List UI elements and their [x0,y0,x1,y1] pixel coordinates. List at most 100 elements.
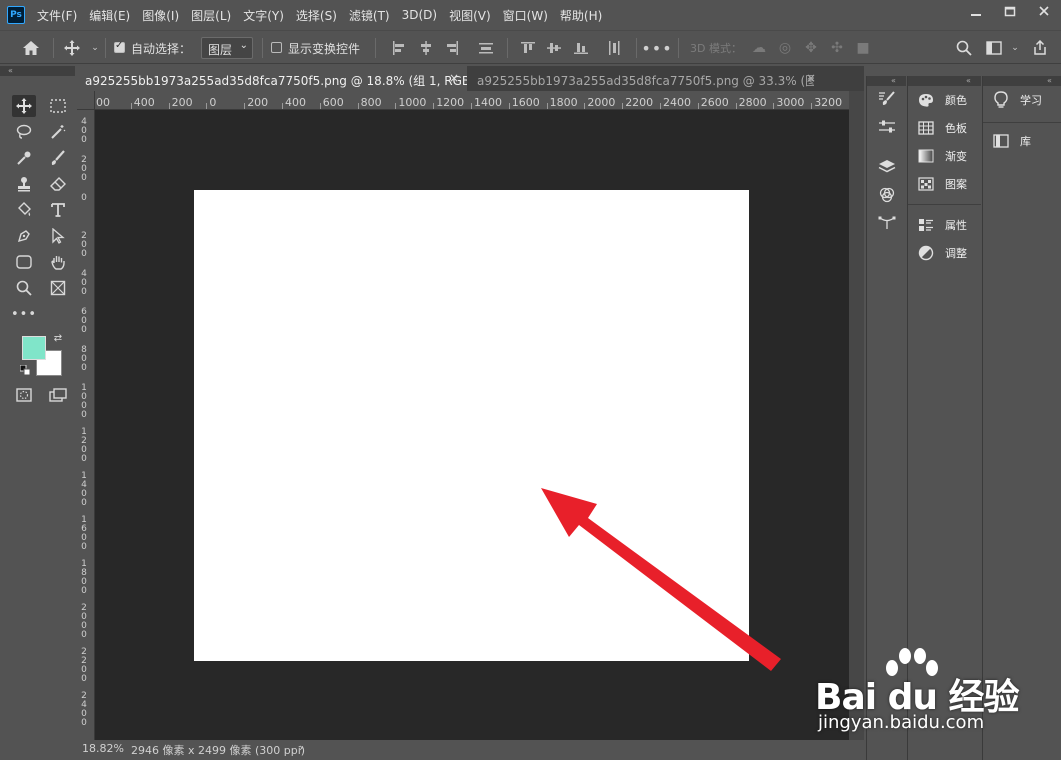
ruler-label: 1600 [511,96,540,109]
path-selection-tool-icon[interactable] [46,225,70,247]
foreground-color-swatch[interactable] [22,336,46,360]
auto-select-label: 自动选择： [131,42,192,56]
move-tool-icon[interactable] [12,95,36,117]
tab-close-icon[interactable]: × [806,71,816,85]
ruler-label: 1800 [549,96,578,109]
ruler-label: 1200 [436,96,465,109]
menu-select[interactable]: 选择(S) [296,7,337,24]
hand-tool-icon[interactable] [46,251,70,273]
align-right-icon[interactable] [443,39,461,57]
search-icon[interactable] [955,39,973,57]
document-tab-active[interactable]: a925255bb1973a255ad35d8fca7750f5.png @ 1… [77,66,467,91]
stamp-tool-icon[interactable] [12,173,36,195]
align-vcenter-icon[interactable] [545,39,563,57]
menu-file[interactable]: 文件(F) [37,7,77,24]
patterns-panel-tab[interactable]: 图案 [908,171,981,197]
menu-type[interactable]: 文字(Y) [243,7,284,24]
menu-bar: Ps 文件(F) 编辑(E) 图像(I) 图层(L) 文字(Y) 选择(S) 滤… [0,0,1061,30]
panel1-collapse-icon[interactable]: « [908,76,981,86]
layers-icon[interactable] [876,156,898,178]
menu-edit[interactable]: 编辑(E) [89,7,130,24]
ruler-label: 400 [285,96,306,109]
ruler-label: 2800 [738,96,767,109]
rectangle-tool-icon[interactable] [12,251,36,273]
properties-panel-tab[interactable]: 属性 [908,212,981,238]
ruler-tick [244,103,246,109]
red-arrow-annotation [541,488,781,671]
tool-preset-chevron-icon[interactable]: ⌄ [86,39,104,57]
ruler-tick [697,103,699,109]
default-colors-icon[interactable] [18,363,32,377]
color-panel-tab[interactable]: 颜色 [908,87,981,113]
adjustment-sliders-icon[interactable] [876,116,898,138]
share-icon[interactable] [1031,39,1049,57]
learn-panel-tab[interactable]: 学习 [983,87,1056,113]
ruler-tick [811,103,813,109]
menu-image[interactable]: 图像(I) [142,7,179,24]
lasso-tool-icon[interactable] [12,121,36,143]
move-tool-icon[interactable] [63,39,81,57]
vertical-scrollbar[interactable] [849,91,864,740]
align-bottom-icon[interactable] [572,39,590,57]
zoom-level[interactable]: 18.82% [82,742,124,755]
gradients-panel-tab[interactable]: 渐变 [908,143,981,169]
tools-panel: « ••• ⇄ [0,66,75,760]
auto-select-checkbox[interactable] [114,40,125,53]
menu-view[interactable]: 视图(V) [449,7,491,24]
properties-icon [917,217,935,233]
menu-3d[interactable]: 3D(D) [402,8,437,22]
zoom-tool-icon[interactable] [12,277,36,299]
swatches-panel-tab[interactable]: 色板 [908,115,981,141]
strip-collapse-icon[interactable]: « [867,76,906,86]
show-transform-checkbox[interactable] [271,42,282,53]
3d-mode-label: 3D 模式： [690,42,742,55]
align-hcenter-icon[interactable] [417,39,435,57]
3d-pan-icon: ✥ [805,40,817,56]
swap-colors-icon[interactable]: ⇄ [51,331,65,345]
canvas-workspace[interactable] [95,110,849,740]
document-tab-inactive[interactable]: a925255bb1973a255ad35d8fca7750f5.png @ 3… [469,66,814,91]
edit-toolbar-icon[interactable]: ••• [11,303,36,325]
3d-roll-icon: ◎ [778,40,792,56]
menu-help[interactable]: 帮助(H) [560,7,602,24]
home-icon[interactable] [22,39,40,57]
distribute-vertical-icon[interactable] [477,39,495,57]
tab-close-icon[interactable]: × [449,71,459,85]
ruler-label: 800 [360,96,382,109]
status-expand-icon[interactable]: › [299,741,303,754]
channels-icon[interactable] [876,184,898,206]
ruler-origin[interactable] [77,91,95,110]
ruler-label: 3200 [814,96,843,109]
align-left-icon[interactable] [390,39,408,57]
screen-mode-icon[interactable] [46,384,70,406]
adjustments-panel-tab[interactable]: 调整 [908,240,981,266]
frame-tool-icon[interactable] [46,277,70,299]
pen-tool-icon[interactable] [12,225,36,247]
libraries-panel-tab[interactable]: 库 [983,128,1056,154]
minimize-icon[interactable] [959,0,993,22]
close-icon[interactable] [1027,0,1061,22]
align-top-icon[interactable] [519,39,537,57]
workspace-icon[interactable] [985,39,1003,57]
distribute-horizontal-icon[interactable] [605,39,623,57]
ruler-label: 400 [133,96,155,109]
menu-layer[interactable]: 图层(L) [191,7,231,24]
auto-select-target-dropdown[interactable]: 图层 ⌄ [201,37,253,59]
tools-collapse-icon[interactable]: « [0,66,75,76]
marquee-tool-icon[interactable] [46,95,70,117]
magic-wand-tool-icon[interactable] [46,121,70,143]
workspace-chevron-icon[interactable]: ⌄ [1006,39,1024,57]
more-options-icon[interactable]: ••• [641,39,671,58]
panel2-collapse-icon[interactable]: « [983,76,1061,86]
brush-tool-icon[interactable] [46,147,70,169]
menu-filter[interactable]: 滤镜(T) [349,7,390,24]
paths-icon[interactable] [876,212,898,234]
type-tool-icon[interactable] [46,199,70,221]
paint-bucket-tool-icon[interactable] [12,199,36,221]
maximize-icon[interactable] [993,0,1027,22]
brush-settings-icon[interactable] [876,88,898,110]
eraser-tool-icon[interactable] [46,173,70,195]
eyedropper-tool-icon[interactable] [12,147,36,169]
menu-window[interactable]: 窗口(W) [503,7,548,24]
quick-mask-icon[interactable] [12,384,36,406]
